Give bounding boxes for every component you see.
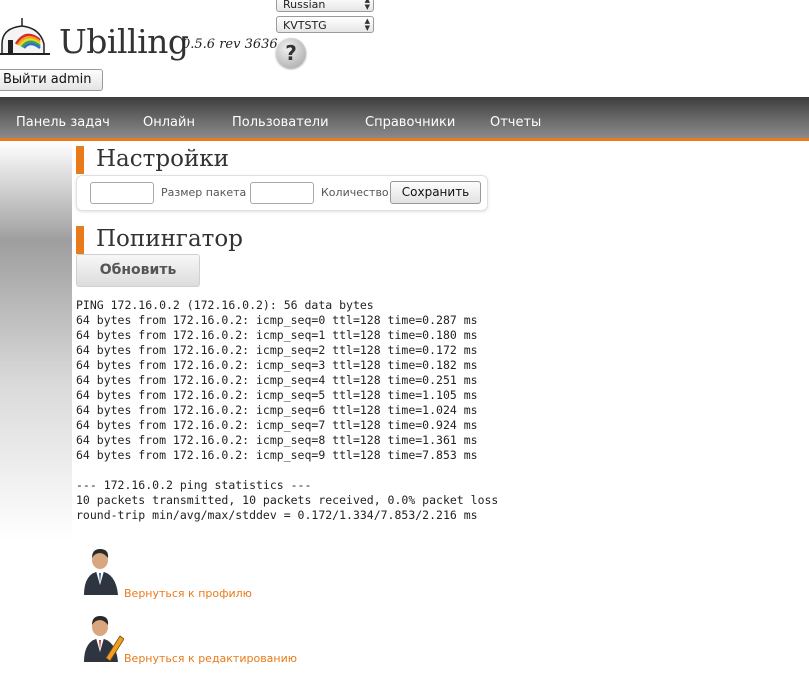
settings-title: Настройки — [96, 146, 229, 172]
ping-output-line: 64 bytes from 172.16.0.2: icmp_seq=8 ttl… — [76, 433, 478, 447]
packet-size-label: Размер пакета — [161, 186, 247, 199]
ping-output-line: 64 bytes from 172.16.0.2: icmp_seq=1 ttl… — [76, 328, 478, 342]
nav-item-online[interactable]: Онлайн — [143, 115, 195, 130]
ping-output-line: 64 bytes from 172.16.0.2: icmp_seq=5 ttl… — [76, 388, 478, 402]
nav-item-directories[interactable]: Справочники — [365, 115, 455, 130]
section-marker — [76, 146, 84, 174]
user-edit-icon — [84, 616, 124, 662]
refresh-button[interactable]: Обновить — [76, 254, 200, 287]
main-nav: Панель задач Онлайн Пользователи Справоч… — [0, 97, 809, 141]
ping-output-line: 64 bytes from 172.16.0.2: icmp_seq=0 ttl… — [76, 313, 478, 327]
nav-item-users[interactable]: Пользователи — [232, 115, 329, 130]
logout-button[interactable]: Выйти admin — [0, 69, 103, 91]
help-icon[interactable]: ? — [276, 38, 306, 68]
ping-output-line: 64 bytes from 172.16.0.2: icmp_seq=4 ttl… — [76, 373, 478, 387]
ping-output-line: 10 packets transmitted, 10 packets recei… — [76, 493, 499, 507]
language-select[interactable]: Russian ▲ ▼ — [276, 0, 374, 12]
ping-output-line: 64 bytes from 172.16.0.2: icmp_seq=9 ttl… — [76, 448, 478, 462]
ping-output-line: 64 bytes from 172.16.0.2: icmp_seq=3 ttl… — [76, 358, 478, 372]
count-input[interactable] — [250, 182, 314, 204]
brand-title: Ubilling — [59, 22, 189, 61]
select-arrows-icon: ▲ ▼ — [364, 0, 370, 11]
count-label: Количество — [321, 186, 389, 199]
ping-output-line: round-trip min/avg/max/stddev = 0.172/1.… — [76, 508, 478, 522]
pinger-title: Попингатор — [96, 226, 243, 252]
section-marker — [76, 226, 84, 254]
nav-item-taskbar[interactable]: Панель задач — [16, 115, 110, 130]
back-to-profile-link[interactable]: Вернуться к профилю — [124, 587, 252, 600]
version-label: 0.5.6 rev 3636 — [182, 37, 278, 52]
ping-output-line: 64 bytes from 172.16.0.2: icmp_seq=7 ttl… — [76, 418, 478, 432]
nav-item-reports[interactable]: Отчеты — [490, 115, 541, 130]
left-panel — [0, 141, 72, 541]
ubilling-logo-icon — [0, 18, 50, 55]
ping-output-line: PING 172.16.0.2 (172.16.0.2): 56 data by… — [76, 298, 374, 312]
ping-output-line: 64 bytes from 172.16.0.2: icmp_seq=2 ttl… — [76, 343, 478, 357]
save-button[interactable]: Сохранить — [390, 181, 481, 204]
user-profile-icon — [84, 549, 118, 595]
ping-output-line: 64 bytes from 172.16.0.2: icmp_seq=6 ttl… — [76, 403, 478, 417]
packet-size-input[interactable] — [90, 182, 154, 204]
database-select-value: KVTSTG — [283, 19, 327, 32]
ping-output-line: --- 172.16.0.2 ping statistics --- — [76, 478, 312, 492]
back-to-edit-link[interactable]: Вернуться к редактированию — [124, 652, 297, 665]
ping-output: PING 172.16.0.2 (172.16.0.2): 56 data by… — [76, 298, 498, 523]
language-select-value: Russian — [283, 0, 326, 11]
database-select[interactable]: KVTSTG ▲ ▼ — [276, 16, 374, 33]
select-arrows-icon: ▲ ▼ — [364, 17, 370, 32]
